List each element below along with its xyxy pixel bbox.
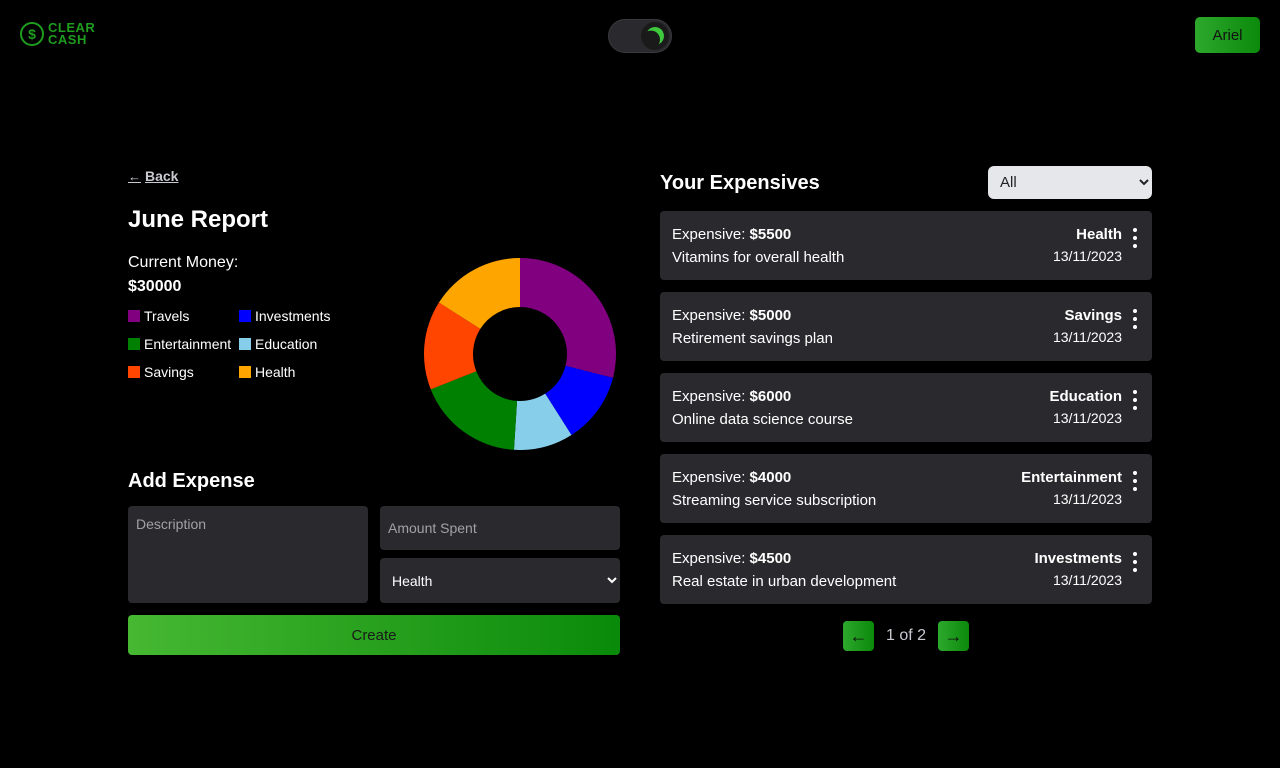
more-options-icon[interactable] [1130, 309, 1140, 329]
legend-label: Travels [144, 308, 190, 324]
more-options-icon[interactable] [1130, 228, 1140, 248]
create-button[interactable]: Create [128, 615, 620, 655]
legend-swatch [239, 366, 251, 378]
description-input[interactable] [128, 506, 368, 603]
add-expense-title: Add Expense [128, 470, 255, 492]
expense-card: Expensive: $5000 Retirement savings plan S… [660, 292, 1152, 361]
legend-item: Savings [128, 364, 239, 380]
current-money-label: Current Money: [128, 254, 239, 271]
legend-swatch [128, 310, 140, 322]
expense-prefix: Expensive: [672, 388, 746, 405]
expense-description: Streaming service subscription [672, 492, 877, 509]
legend-label: Entertainment [144, 336, 232, 352]
legend-swatch [239, 338, 251, 350]
more-options-icon[interactable] [1130, 552, 1140, 572]
expense-category: Entertainment [1021, 469, 1122, 486]
expense-category: Investments [1034, 550, 1122, 567]
expense-date: 13/11/2023 [1052, 329, 1122, 345]
chart-legend: Travels Investments Entertainment Education… [128, 308, 359, 380]
legend-label: Investments [255, 308, 331, 324]
more-options-icon[interactable] [1130, 471, 1140, 491]
expense-amount: $4500 [749, 550, 792, 567]
expense-date: 13/11/2023 [1052, 410, 1122, 426]
legend-label: Education [255, 336, 318, 352]
logo-text: CLEAR CASH [48, 21, 95, 47]
legend-swatch [239, 310, 251, 322]
expense-card: Expensive: $4000 Streaming service subscr… [660, 454, 1152, 523]
more-options-icon[interactable] [1130, 390, 1140, 410]
expenses-title: Your Expensives [660, 172, 820, 194]
expense-amount-line: Expensive: $4500 [672, 550, 791, 567]
expense-amount: $4000 [749, 469, 792, 486]
expense-amount-line: Expensive: $5500 [672, 226, 791, 243]
legend-label: Health [255, 364, 296, 380]
expense-amount-line: Expensive: $4000 [672, 469, 791, 486]
expense-amount-line: Expensive: $5000 [672, 307, 791, 324]
current-money-value: $30000 [128, 278, 182, 295]
logo-line-2: CASH [48, 32, 87, 47]
donut-slice-travels [520, 258, 616, 378]
toggle-knob [641, 22, 669, 50]
legend-item: Entertainment [128, 336, 239, 352]
expense-prefix: Expensive: [672, 307, 746, 324]
expense-category: Savings [1064, 307, 1122, 324]
expense-card: Expensive: $5500 Vitamins for overall hea… [660, 211, 1152, 280]
expense-prefix: Expensive: [672, 469, 746, 486]
legend-item: Health [239, 364, 359, 380]
back-label: Back [145, 168, 179, 184]
legend-item: Education [239, 336, 359, 352]
user-menu-button[interactable]: Ariel [1195, 17, 1260, 53]
expense-description: Online data science course [672, 411, 853, 428]
arrow-left-icon: ← [849, 625, 868, 646]
category-select[interactable]: Health [380, 558, 620, 603]
expense-date: 13/11/2023 [1052, 572, 1122, 588]
arrow-right-icon: → [944, 625, 963, 646]
prev-page-button[interactable]: ← [843, 621, 874, 651]
arrow-left-icon: ← [128, 168, 141, 184]
legend-item: Travels [128, 308, 239, 324]
pagination: ← 1 of 2 → [843, 621, 969, 651]
back-link[interactable]: ← Back [128, 168, 178, 184]
app-logo[interactable]: $ CLEAR CASH [20, 21, 95, 47]
legend-swatch [128, 366, 140, 378]
expense-date: 13/11/2023 [1052, 491, 1122, 507]
expense-amount: $6000 [749, 388, 792, 405]
expense-description: Vitamins for overall health [672, 249, 845, 266]
expense-category: Health [1076, 226, 1122, 243]
expense-description: Retirement savings plan [672, 330, 833, 347]
expense-amount: $5000 [749, 307, 792, 324]
expense-list: Expensive: $5500 Vitamins for overall hea… [660, 211, 1152, 616]
expense-prefix: Expensive: [672, 550, 746, 567]
page-title: June Report [128, 206, 269, 233]
expense-amount: $5500 [749, 226, 792, 243]
expense-donut-chart [424, 258, 616, 450]
expense-amount-line: Expensive: $6000 [672, 388, 791, 405]
legend-label: Savings [144, 364, 194, 380]
expense-card: Expensive: $4500 Real estate in urban dev… [660, 535, 1152, 604]
amount-spent-input[interactable] [380, 506, 620, 550]
expense-filter-select[interactable]: All [988, 166, 1152, 199]
expense-date: 13/11/2023 [1052, 248, 1122, 264]
next-page-button[interactable]: → [938, 621, 969, 651]
expense-category: Education [1049, 388, 1122, 405]
expense-description: Real estate in urban development [672, 573, 897, 590]
moon-icon [643, 24, 666, 47]
legend-swatch [128, 338, 140, 350]
page-indicator: 1 of 2 [885, 627, 927, 644]
expense-prefix: Expensive: [672, 226, 746, 243]
legend-item: Investments [239, 308, 359, 324]
expense-card: Expensive: $6000 Online data science cour… [660, 373, 1152, 442]
dollar-coin-icon: $ [20, 22, 44, 46]
theme-toggle[interactable] [608, 19, 672, 53]
